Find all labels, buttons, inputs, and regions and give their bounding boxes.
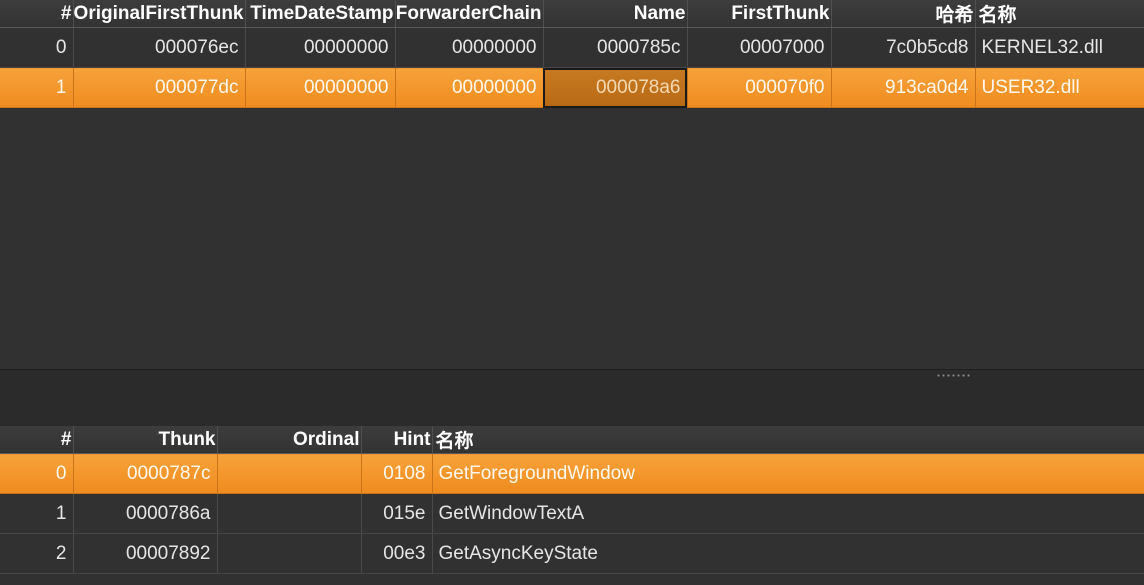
col-header-hash[interactable]: 哈希 xyxy=(831,0,976,28)
col-header-thunk[interactable]: Thunk xyxy=(73,426,218,454)
cell-hint[interactable]: 00e3 xyxy=(361,533,433,574)
col-header-index[interactable]: # xyxy=(0,426,74,454)
functions-pane: # Thunk Ordinal Hint 名称 0 0000787c 0108 … xyxy=(0,426,1144,585)
table-row-selected[interactable]: 0 0000787c 0108 GetForegroundWindow xyxy=(0,453,1144,494)
cell-thunk[interactable]: 00007892 xyxy=(73,533,218,574)
col-header-index[interactable]: # xyxy=(0,0,74,28)
cell-index[interactable]: 1 xyxy=(0,493,74,534)
col-header-module-name[interactable]: 名称 xyxy=(975,0,1144,28)
modules-table: # OriginalFirstThunk TimeDateStamp Forwa… xyxy=(0,0,1144,108)
cell-module-name[interactable]: USER32.dll xyxy=(975,67,1144,108)
cell-forwarder-chain[interactable]: 00000000 xyxy=(395,27,544,68)
cell-time-date-stamp[interactable]: 00000000 xyxy=(245,27,396,68)
functions-header-row: # Thunk Ordinal Hint 名称 xyxy=(0,426,1144,454)
col-header-ordinal[interactable]: Ordinal xyxy=(217,426,362,454)
modules-pane: # OriginalFirstThunk TimeDateStamp Forwa… xyxy=(0,0,1144,370)
cell-ordinal[interactable] xyxy=(217,533,362,574)
col-header-time-date-stamp[interactable]: TimeDateStamp xyxy=(245,0,396,28)
cell-index[interactable]: 1 xyxy=(0,67,74,108)
col-header-first-thunk[interactable]: FirstThunk xyxy=(687,0,832,28)
cell-original-first-thunk[interactable]: 000077dc xyxy=(73,67,246,108)
functions-table: # Thunk Ordinal Hint 名称 0 0000787c 0108 … xyxy=(0,426,1144,574)
pane-splitter[interactable] xyxy=(0,370,1144,426)
cell-time-date-stamp[interactable]: 00000000 xyxy=(245,67,396,108)
cell-thunk[interactable]: 0000786a xyxy=(73,493,218,534)
table-row[interactable]: 1 0000786a 015e GetWindowTextA xyxy=(0,493,1144,534)
cell-first-thunk[interactable]: 00007000 xyxy=(687,27,832,68)
cell-hash[interactable]: 7c0b5cd8 xyxy=(831,27,976,68)
cell-hint[interactable]: 0108 xyxy=(361,453,433,494)
splitter-grip-icon[interactable] xyxy=(936,374,970,377)
modules-header-row: # OriginalFirstThunk TimeDateStamp Forwa… xyxy=(0,0,1144,28)
cell-thunk[interactable]: 0000787c xyxy=(73,453,218,494)
cell-name-rva[interactable]: 0000785c xyxy=(543,27,688,68)
col-header-original-first-thunk[interactable]: OriginalFirstThunk xyxy=(73,0,246,28)
table-row[interactable]: 0 000076ec 00000000 00000000 0000785c 00… xyxy=(0,27,1144,68)
cell-function-name[interactable]: GetForegroundWindow xyxy=(432,453,1144,494)
cell-name-rva-focused[interactable]: 000078a6 xyxy=(543,67,688,108)
cell-ordinal[interactable] xyxy=(217,493,362,534)
cell-hint[interactable]: 015e xyxy=(361,493,433,534)
cell-forwarder-chain[interactable]: 00000000 xyxy=(395,67,544,108)
table-row[interactable]: 2 00007892 00e3 GetAsyncKeyState xyxy=(0,533,1144,574)
cell-index[interactable]: 2 xyxy=(0,533,74,574)
cell-index[interactable]: 0 xyxy=(0,27,74,68)
col-header-forwarder-chain[interactable]: ForwarderChain xyxy=(395,0,544,28)
cell-module-name[interactable]: KERNEL32.dll xyxy=(975,27,1144,68)
cell-function-name[interactable]: GetAsyncKeyState xyxy=(432,533,1144,574)
cell-function-name[interactable]: GetWindowTextA xyxy=(432,493,1144,534)
col-header-hint[interactable]: Hint xyxy=(361,426,433,454)
cell-hash[interactable]: 913ca0d4 xyxy=(831,67,976,108)
table-row-selected[interactable]: 1 000077dc 00000000 00000000 000078a6 00… xyxy=(0,67,1144,108)
cell-ordinal[interactable] xyxy=(217,453,362,494)
col-header-name[interactable]: Name xyxy=(543,0,688,28)
col-header-function-name[interactable]: 名称 xyxy=(432,426,1144,454)
cell-first-thunk[interactable]: 000070f0 xyxy=(687,67,832,108)
cell-index[interactable]: 0 xyxy=(0,453,74,494)
cell-original-first-thunk[interactable]: 000076ec xyxy=(73,27,246,68)
